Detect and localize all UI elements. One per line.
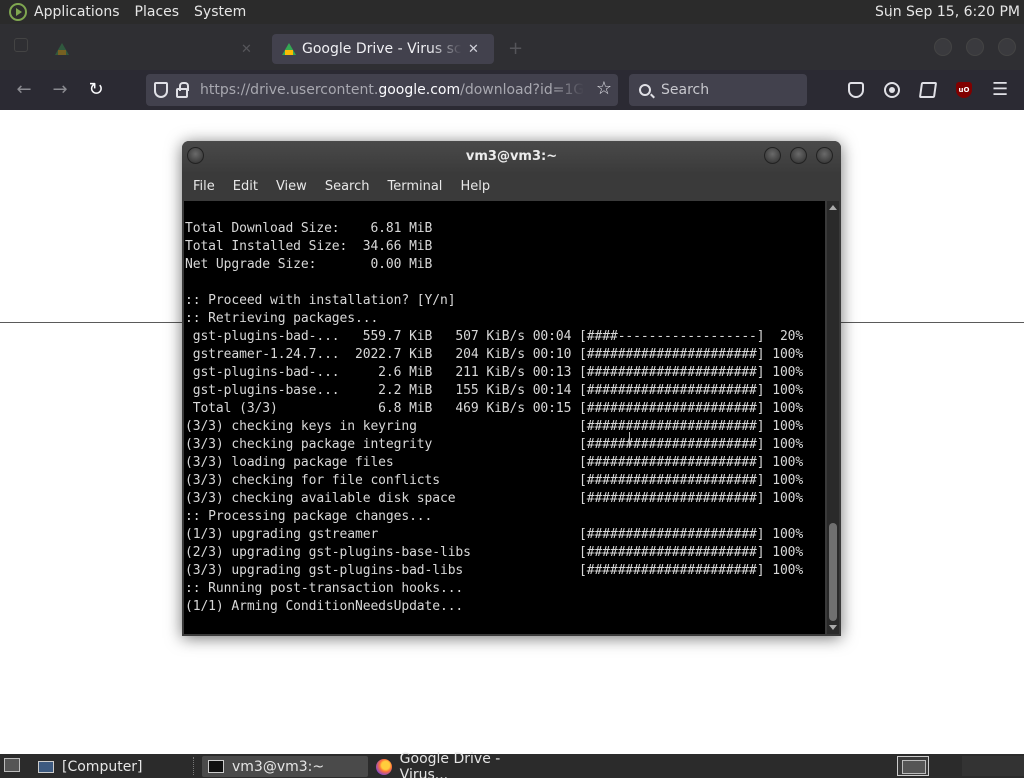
reload-icon[interactable]: ↻: [86, 80, 106, 100]
show-desktop-icon[interactable]: [4, 758, 20, 772]
places-menu[interactable]: Places: [135, 4, 180, 20]
terminal-line: Total (3/3) 6.8 MiB 469 KiB/s 00:15 [###…: [185, 401, 804, 416]
close-icon[interactable]: [816, 147, 833, 164]
terminal-window[interactable]: vm3@vm3:~ File Edit View Search Terminal…: [182, 141, 841, 636]
window-controls: [934, 38, 1016, 56]
maximize-icon[interactable]: [966, 38, 984, 56]
minimize-icon[interactable]: [764, 147, 781, 164]
browser-tab-strip: ✕ Google Drive - Virus scan w ✕ +: [0, 24, 1024, 70]
close-icon[interactable]: ✕: [241, 42, 252, 57]
taskbar-item-terminal[interactable]: vm3@vm3:~: [202, 756, 368, 777]
bookmark-star-icon[interactable]: ☆: [596, 78, 612, 99]
terminal-line: Net Upgrade Size: 0.00 MiB: [185, 257, 433, 272]
terminal-line: (3/3) checking keys in keyring [########…: [185, 419, 804, 434]
terminal-line: Total Installed Size: 34.66 MiB: [185, 239, 433, 254]
account-icon[interactable]: [884, 82, 900, 98]
system-menu[interactable]: System: [194, 4, 246, 20]
forward-arrow-icon[interactable]: →: [50, 80, 70, 100]
back-arrow-icon[interactable]: ←: [14, 80, 34, 100]
menu-help[interactable]: Help: [460, 179, 490, 194]
taskbar-item-label: Google Drive - Virus...: [399, 750, 501, 778]
taskbar-item-computer[interactable]: [Computer]: [34, 756, 190, 777]
terminal-line: gst-plugins-bad-... 2.6 MiB 211 KiB/s 00…: [185, 365, 804, 380]
terminal-line: (3/3) checking for file conflicts [#####…: [185, 473, 804, 488]
ublock-origin-icon[interactable]: uO: [956, 82, 972, 98]
taskbar-item-firefox[interactable]: Google Drive - Virus...: [370, 751, 550, 778]
menu-view[interactable]: View: [276, 179, 307, 194]
menu-edit[interactable]: Edit: [233, 179, 258, 194]
search-input[interactable]: Search: [629, 74, 807, 106]
computer-icon: [38, 760, 54, 773]
search-icon: [639, 84, 651, 96]
terminal-line: gst-plugins-bad-... 559.7 KiB 507 KiB/s …: [185, 329, 804, 344]
url-text[interactable]: https://drive.usercontent.google.com/dow…: [200, 82, 584, 98]
taskbar-item-label: [Computer]: [62, 758, 143, 775]
tab-inactive[interactable]: ✕: [55, 34, 265, 64]
taskbar-separator: [193, 757, 194, 775]
terminal-line: :: Proceed with installation? [Y/n]: [185, 293, 456, 308]
browser-nav-bar: ← → ↻ https://drive.usercontent.google.c…: [0, 70, 1024, 110]
terminal-line: (1/1) Arming ConditionNeedsUpdate...: [185, 599, 464, 614]
terminal-title: vm3@vm3:~: [465, 149, 558, 164]
close-icon[interactable]: ✕: [468, 42, 479, 57]
scroll-up-icon[interactable]: [829, 205, 837, 210]
terminal-line: (2/3) upgrading gst-plugins-base-libs [#…: [185, 545, 804, 560]
minimize-icon[interactable]: [934, 38, 952, 56]
close-window-icon[interactable]: [998, 38, 1016, 56]
clock[interactable]: Sun Sep 15, 6:20 PM: [875, 0, 1020, 24]
workspace-switcher-2[interactable]: [962, 756, 1024, 776]
menu-file[interactable]: File: [193, 179, 215, 194]
firefox-icon: [376, 758, 392, 775]
scroll-down-icon[interactable]: [829, 625, 837, 630]
terminal-output[interactable]: Total Download Size: 6.81 MiB Total Inst…: [184, 201, 825, 634]
tab-title: Google Drive - Virus scan w: [302, 41, 462, 57]
bottom-taskbar: [Computer] vm3@vm3:~ Google Drive - Viru…: [0, 751, 1024, 778]
terminal-line: :: Retrieving packages...: [185, 311, 379, 326]
terminal-icon: [208, 760, 224, 773]
applications-menu[interactable]: Applications: [34, 4, 120, 20]
terminal-line: Total Download Size: 6.81 MiB: [185, 221, 433, 236]
tab-active[interactable]: Google Drive - Virus scan w ✕: [272, 34, 494, 64]
terminal-titlebar[interactable]: vm3@vm3:~: [182, 141, 841, 172]
terminal-line: (3/3) loading package files [###########…: [185, 455, 804, 470]
url-bar[interactable]: https://drive.usercontent.google.com/dow…: [146, 74, 618, 106]
google-drive-favicon-icon: [55, 43, 69, 55]
menu-search[interactable]: Search: [325, 179, 370, 194]
terminal-line: :: Running post-transaction hooks...: [185, 581, 464, 596]
new-tab-icon[interactable]: +: [508, 38, 523, 59]
scrollbar-thumb[interactable]: [829, 523, 837, 621]
lock-icon[interactable]: [176, 81, 189, 98]
top-panel: Applications Places System Sun Sep 15, 6…: [0, 0, 1024, 24]
terminal-line: (3/3) checking available disk space [###…: [185, 491, 804, 506]
search-placeholder: Search: [661, 82, 710, 98]
maximize-icon[interactable]: [790, 147, 807, 164]
extensions-icon[interactable]: [918, 82, 938, 98]
taskbar-item-label: vm3@vm3:~: [232, 758, 325, 775]
terminal-line: gstreamer-1.24.7... 2022.7 KiB 204 KiB/s…: [185, 347, 804, 362]
mint-menu-icon[interactable]: [9, 3, 27, 21]
menu-terminal[interactable]: Terminal: [387, 179, 442, 194]
hamburger-menu-icon[interactable]: ☰: [992, 81, 1008, 99]
pocket-icon[interactable]: [848, 82, 864, 98]
terminal-line: (3/3) upgrading gst-plugins-bad-libs [##…: [185, 563, 804, 578]
terminal-line: :: Processing package changes...: [185, 509, 433, 524]
terminal-line: (3/3) checking package integrity [######…: [185, 437, 804, 452]
terminal-line: (1/3) upgrading gstreamer [#############…: [185, 527, 804, 542]
terminal-line: gst-plugins-base... 2.2 MiB 155 KiB/s 00…: [185, 383, 804, 398]
terminal-scrollbar[interactable]: [827, 201, 839, 634]
tracking-protection-shield-icon[interactable]: [154, 82, 168, 98]
text-cursor-icon: [629, 432, 630, 448]
google-drive-favicon-icon: [282, 43, 296, 55]
workspace-switcher-1[interactable]: [897, 756, 929, 776]
firefox-view-icon[interactable]: [14, 38, 28, 52]
terminal-menubar: File Edit View Search Terminal Help: [182, 172, 841, 201]
